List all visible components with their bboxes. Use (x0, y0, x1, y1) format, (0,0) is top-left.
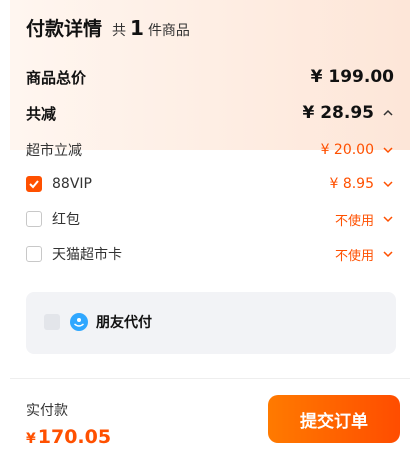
redpacket-value: 不使用 (334, 213, 374, 229)
vip-discount-left: 88VIP (26, 176, 92, 192)
vip-checkbox[interactable] (26, 176, 42, 192)
item-count-prefix: 共 (112, 23, 127, 39)
header: 付款详情 共 1 件商品 (26, 14, 190, 44)
chevron-down-icon[interactable] (382, 144, 394, 156)
tmall-card-left: 天猫超市卡 (26, 244, 122, 264)
actual-payment-amount: ¥170.05 (26, 426, 111, 448)
total-price-value: ¥ 199.00 (310, 67, 394, 87)
item-count: 共 1 件商品 (112, 16, 190, 40)
actual-payment-value: 170.05 (37, 426, 112, 448)
discount-total-row[interactable]: 共减 ¥ 28.95 (26, 100, 394, 126)
tmall-card-value: 不使用 (334, 248, 374, 264)
redpacket-label: 红包 (52, 212, 80, 228)
vip-discount-value: ¥ 8.95 (329, 176, 374, 192)
vip-discount-row[interactable]: 88VIP ¥ 8.95 (26, 172, 394, 196)
friend-pay-label: 朋友代付 (96, 315, 152, 331)
total-price-label: 商品总价 (26, 68, 87, 87)
footer-divider (10, 378, 410, 379)
supermarket-discount-label: 超市立减 (26, 143, 82, 159)
friend-pay-icon (70, 313, 88, 331)
payment-details-panel: 付款详情 共 1 件商品 商品总价 ¥ 199.00 共减 ¥ 28.95 超市… (10, 0, 410, 454)
supermarket-discount-row[interactable]: 超市立减 ¥ 20.00 (26, 138, 394, 162)
friend-pay-box[interactable]: 朋友代付 (26, 292, 396, 354)
page-title: 付款详情 (26, 18, 103, 40)
submit-order-button[interactable]: 提交订单 (268, 395, 400, 443)
vip-discount-right: ¥ 8.95 (329, 176, 394, 192)
tmall-card-checkbox[interactable] (26, 246, 42, 262)
discount-total-right: ¥ 28.95 (302, 103, 394, 123)
chevron-down-icon[interactable] (382, 213, 394, 225)
item-count-suffix: 件商品 (147, 23, 190, 39)
tmall-card-label: 天猫超市卡 (52, 247, 122, 263)
chevron-down-icon[interactable] (382, 248, 394, 260)
tmall-card-right: 不使用 (335, 245, 394, 264)
currency-symbol: ¥ (26, 431, 36, 447)
redpacket-row[interactable]: 红包 不使用 (26, 207, 394, 231)
redpacket-right: 不使用 (335, 210, 394, 229)
chevron-down-icon[interactable] (382, 178, 394, 190)
supermarket-discount-value: ¥ 20.00 (320, 142, 374, 158)
chevron-up-icon[interactable] (382, 107, 394, 119)
redpacket-checkbox[interactable] (26, 211, 42, 227)
redpacket-left: 红包 (26, 209, 80, 229)
actual-payment-label: 实付款 (26, 403, 68, 419)
vip-label: 88VIP (52, 176, 92, 192)
friend-pay-checkbox[interactable] (44, 314, 60, 330)
discount-total-value: ¥ 28.95 (302, 103, 374, 123)
friend-pay-option: 朋友代付 (44, 312, 152, 332)
item-count-number: 1 (130, 16, 144, 40)
tmall-card-row[interactable]: 天猫超市卡 不使用 (26, 242, 394, 266)
supermarket-discount-right: ¥ 20.00 (321, 142, 394, 158)
discount-total-label: 共减 (26, 104, 57, 123)
total-price-row: 商品总价 ¥ 199.00 (26, 64, 394, 90)
